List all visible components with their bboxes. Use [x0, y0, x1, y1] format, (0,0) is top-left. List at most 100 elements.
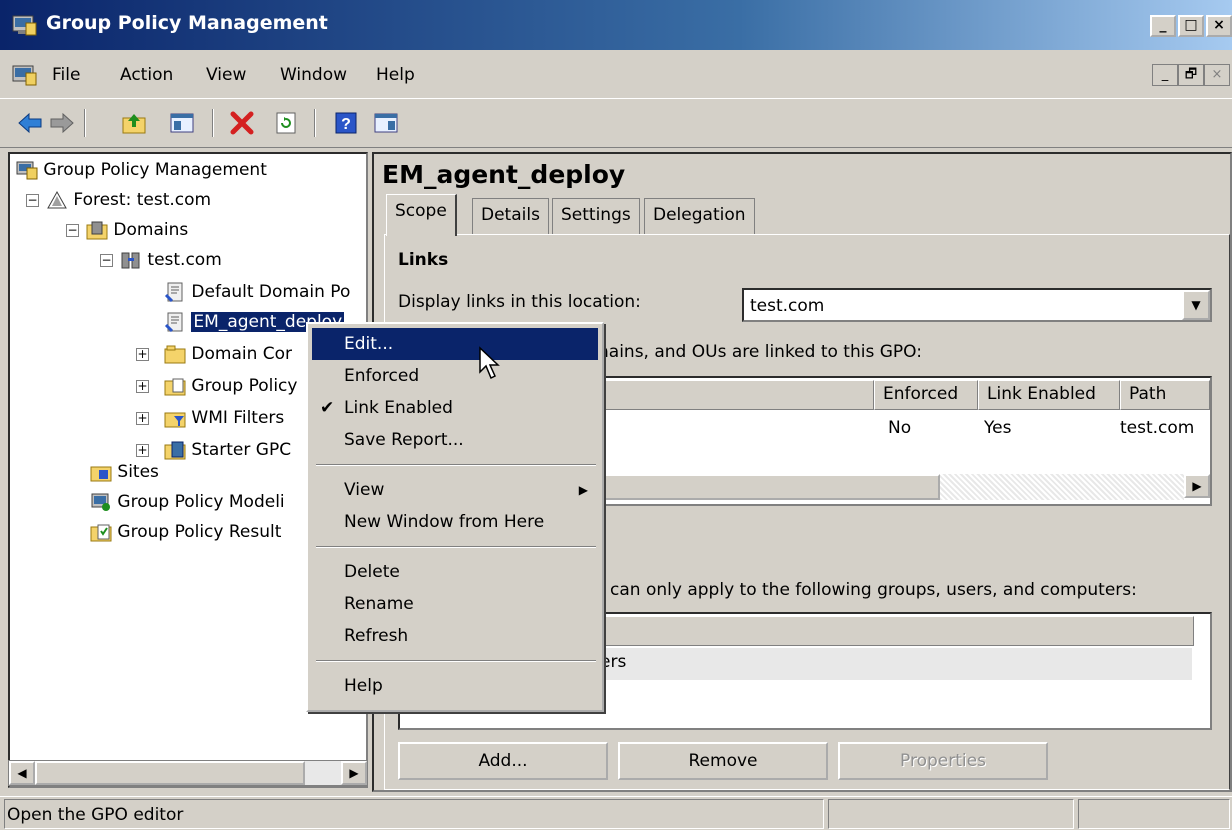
gpm-console-icon: [12, 15, 37, 36]
tree-node-label: Default Domain Po: [191, 282, 351, 302]
tree-node-label: Domain Cor: [191, 344, 293, 364]
menu-item-label: Edit...: [344, 334, 394, 354]
menu-item-label: New Window from Here: [344, 512, 545, 532]
properties-button[interactable]: Properties: [838, 742, 1048, 780]
column-header-enforced[interactable]: Enforced: [874, 380, 978, 410]
menu-item-view[interactable]: View ▶: [312, 474, 598, 506]
tab-scope[interactable]: Scope: [386, 194, 457, 236]
tree-node-default-domain-policy[interactable]: Default Domain Po: [164, 280, 350, 304]
delete-icon[interactable]: [228, 109, 256, 137]
gpm-console-icon[interactable]: [12, 64, 38, 86]
minimize-button[interactable]: _: [1150, 15, 1176, 37]
menu-item-save-report[interactable]: Save Report...: [312, 424, 598, 456]
menu-item-enforced[interactable]: Enforced: [312, 360, 598, 392]
menu-help[interactable]: Help: [376, 65, 415, 85]
help-icon[interactable]: ?: [332, 109, 360, 137]
show-hide-tree-icon[interactable]: [168, 109, 196, 137]
menu-item-delete[interactable]: Delete: [312, 556, 598, 588]
gpo-link-icon: [164, 282, 183, 303]
menu-item-edit[interactable]: Edit...: [312, 328, 598, 360]
tree-node-label: test.com: [147, 250, 222, 270]
tree-node-gpm[interactable]: Group Policy Management: [16, 158, 267, 182]
chevron-down-icon[interactable]: ▼: [1182, 290, 1210, 320]
tree-node-domains[interactable]: Domains: [86, 218, 188, 242]
tree-horizontal-scrollbar[interactable]: ◀ ▶: [8, 760, 368, 786]
mdi-minimize-button[interactable]: _: [1152, 64, 1178, 86]
tree-node-label: Forest: test.com: [73, 190, 212, 210]
back-arrow-icon[interactable]: [16, 109, 44, 137]
domains-icon: [86, 221, 108, 240]
up-folder-icon[interactable]: [120, 109, 148, 137]
menu-file[interactable]: File: [52, 65, 80, 85]
links-heading: Links: [398, 250, 449, 270]
menu-window[interactable]: Window: [280, 65, 347, 85]
scroll-left-arrow-icon[interactable]: ◀: [9, 761, 35, 785]
mdi-close-button[interactable]: ×: [1204, 64, 1230, 86]
tree-node-test-com[interactable]: test.com: [120, 248, 222, 272]
expand-expander[interactable]: +: [136, 348, 149, 361]
scroll-right-arrow-icon[interactable]: ▶: [1184, 474, 1210, 498]
menu-item-refresh[interactable]: Refresh: [312, 620, 598, 652]
tree-node-group-policy-modeling[interactable]: Group Policy Modeli: [90, 490, 285, 514]
gpo-link-icon: [164, 312, 183, 333]
tree-node-sites[interactable]: Sites: [90, 460, 159, 484]
tree-node-domain-controllers[interactable]: Domain Cor: [164, 342, 292, 366]
menu-item-label: Link Enabled: [344, 398, 453, 418]
scrollbar-track[interactable]: [940, 474, 1184, 500]
tab-details[interactable]: Details: [472, 198, 549, 234]
scroll-right-arrow-icon[interactable]: ▶: [341, 761, 367, 785]
menu-view[interactable]: View: [206, 65, 246, 85]
remove-button[interactable]: Remove: [618, 742, 828, 780]
modeling-icon: [91, 493, 110, 511]
tree-node-group-policy-objects[interactable]: Group Policy: [164, 374, 297, 398]
tree-node-forest[interactable]: Forest: test.com: [46, 188, 211, 212]
starter-gpo-icon: [164, 441, 186, 460]
tab-settings[interactable]: Settings: [552, 198, 640, 234]
location-value: test.com: [750, 296, 825, 316]
tree-node-wmi-filters[interactable]: WMI Filters: [164, 406, 284, 430]
menu-item-label: Refresh: [344, 626, 409, 646]
scrollbar-thumb[interactable]: [35, 761, 305, 785]
menu-item-link-enabled[interactable]: ✔ Link Enabled: [312, 392, 598, 424]
tab-delegation[interactable]: Delegation: [644, 198, 755, 234]
menu-item-new-window[interactable]: New Window from Here: [312, 506, 598, 538]
column-header-link-enabled[interactable]: Link Enabled: [978, 380, 1120, 410]
expand-expander[interactable]: +: [136, 444, 149, 457]
menu-separator: [316, 660, 596, 662]
menu-item-rename[interactable]: Rename: [312, 588, 598, 620]
add-button[interactable]: Add...: [398, 742, 608, 780]
collapse-expander[interactable]: −: [100, 254, 113, 267]
menu-item-label: Help: [344, 676, 383, 696]
column-header-path[interactable]: Path: [1120, 380, 1210, 410]
gpo-folder-icon: [164, 378, 186, 396]
cell-link-enabled: Yes: [984, 418, 1012, 438]
toolbar: ?: [0, 98, 1232, 148]
forward-arrow-icon[interactable]: [48, 109, 76, 137]
status-panel: [1078, 799, 1230, 829]
tree-node-label: Starter GPC: [191, 440, 292, 460]
maximize-button[interactable]: □: [1178, 15, 1204, 37]
gpo-title: EM_agent_deploy: [382, 160, 626, 189]
action-pane-icon[interactable]: [372, 109, 400, 137]
context-menu: Edit... Enforced ✔ Link Enabled Save Rep…: [306, 322, 604, 712]
linked-objects-caption: nains, and OUs are linked to this GPO:: [598, 342, 922, 362]
location-combobox[interactable]: test.com ▼: [742, 288, 1212, 322]
tree-node-label: Sites: [117, 462, 159, 482]
refresh-icon[interactable]: [272, 109, 300, 137]
expand-expander[interactable]: +: [136, 380, 149, 393]
close-button[interactable]: ×: [1206, 15, 1232, 37]
security-filtering-caption: ) can only apply to the following groups…: [598, 580, 1137, 600]
collapse-expander[interactable]: −: [26, 194, 39, 207]
tree-node-starter-gpos[interactable]: Starter GPC: [164, 438, 291, 462]
toolbar-separator: [84, 109, 86, 137]
status-text: Open the GPO editor: [7, 805, 184, 825]
menu-item-help[interactable]: Help: [312, 670, 598, 702]
collapse-expander[interactable]: −: [66, 224, 79, 237]
title-bar[interactable]: Group Policy Management _ □ ×: [0, 0, 1232, 50]
tree-node-label: Group Policy Result: [117, 522, 282, 542]
menu-action[interactable]: Action: [120, 65, 173, 85]
tree-node-group-policy-results[interactable]: Group Policy Result: [90, 520, 281, 544]
toolbar-separator: [314, 109, 316, 137]
mdi-restore-button[interactable]: 🗗: [1178, 64, 1204, 86]
expand-expander[interactable]: +: [136, 412, 149, 425]
